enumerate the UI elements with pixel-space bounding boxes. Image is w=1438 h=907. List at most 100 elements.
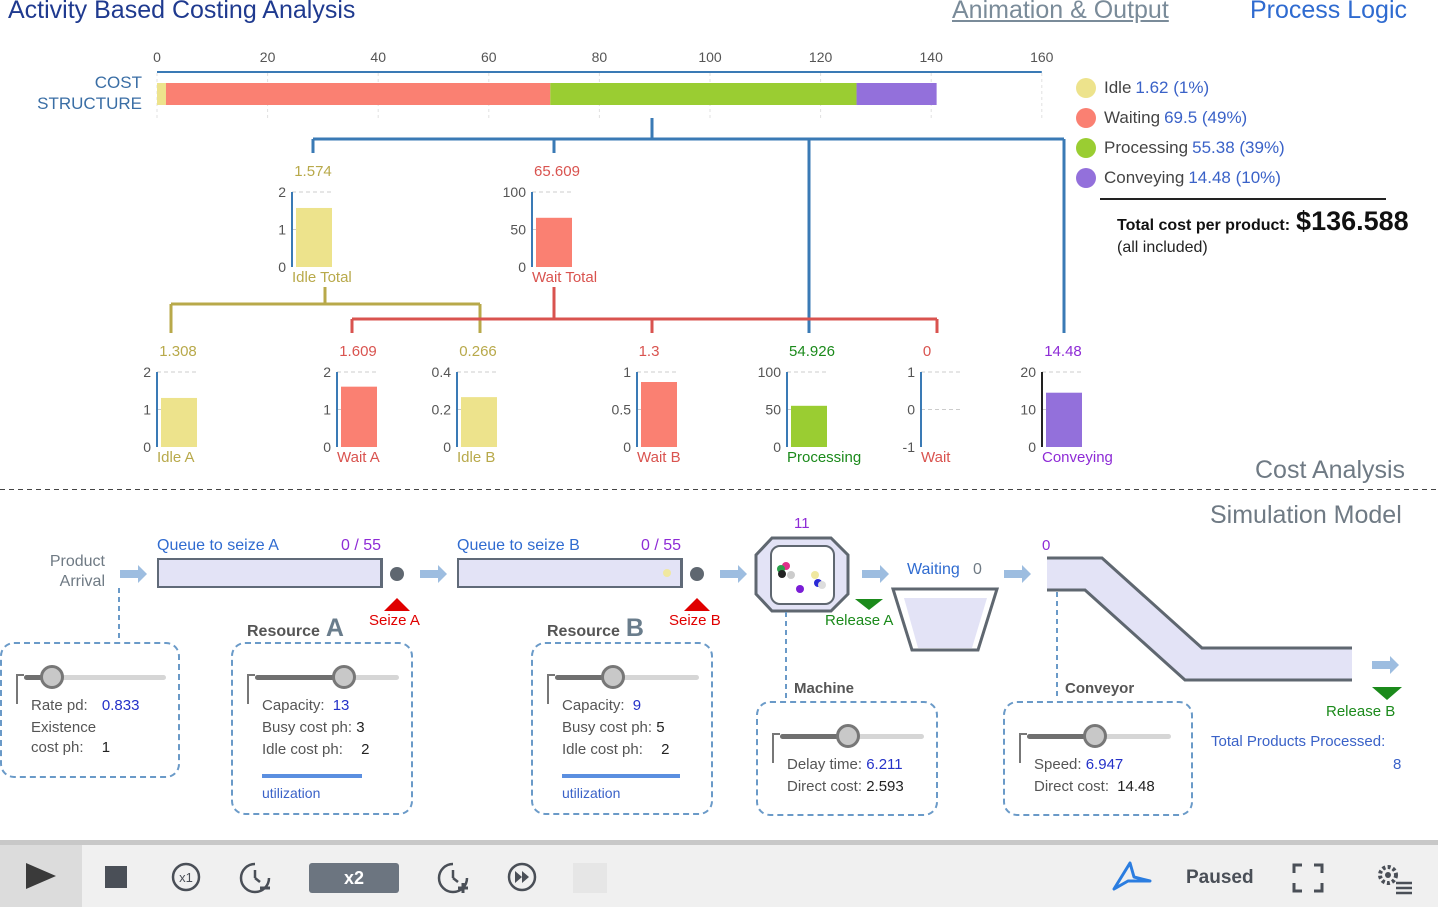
mini-chart-idle-b: 0.4 0.2 0 0.266 Idle B [432, 343, 499, 466]
stop-icon [105, 866, 127, 888]
busy-a-label: Busy cost ph: [262, 719, 353, 736]
chart-tick-label: 1 [278, 222, 286, 238]
resource-a-letter: A [325, 614, 344, 642]
machine-title: Machine [794, 680, 855, 697]
fast-forward-button[interactable] [506, 861, 538, 893]
delay-label: Delay time: [787, 756, 863, 773]
queue-a-exit-dot [390, 567, 404, 581]
stop-button[interactable] [104, 865, 128, 889]
slider-bracket [547, 674, 555, 704]
idle-a-row: Idle cost ph: 2 [262, 741, 369, 758]
utilization-b-bar [562, 774, 680, 778]
chart-value-label: 1.3 [639, 343, 660, 360]
queue-b-label: Queue to seize B [457, 537, 580, 554]
queue-a-count: 0 / 55 [341, 537, 382, 554]
legend-name: Conveying [1104, 168, 1185, 187]
existence-cost-label: cost ph: [31, 739, 84, 756]
total-processed-value: 8 [1393, 756, 1402, 773]
axis-tick-label: 60 [481, 49, 497, 65]
capacity-b-value: 9 [632, 697, 642, 714]
fullscreen-button[interactable] [1292, 863, 1324, 893]
conveyor-direct-value: 14.48 [1117, 778, 1155, 795]
mini-chart-idle-a: 2 1 0 1.308 Idle A [143, 343, 199, 466]
resource-b-panel: Capacity: 9 Busy cost ph: 5 Idle cost ph… [531, 642, 713, 815]
flow-arrow-icon [1004, 565, 1031, 583]
chart-bar [296, 207, 332, 267]
slow-down-icon [239, 862, 271, 894]
total-cost-note: (all included) [1117, 239, 1208, 256]
anylogic-logo[interactable] [1110, 859, 1154, 895]
settings-icon [1378, 865, 1412, 895]
legend-value: 14.48 (10%) [1188, 168, 1281, 187]
conveyor-direct-label: Direct cost: [1034, 778, 1110, 795]
speed-up-button[interactable] [436, 861, 470, 895]
busy-b-value: 5 [656, 719, 665, 736]
speed-value: 6.947 [1085, 756, 1124, 773]
chart-tick-label: 50 [765, 402, 781, 418]
chart-name-label: Wait [921, 449, 951, 466]
realtime-button[interactable]: x1 [170, 861, 202, 893]
settings-button[interactable] [1374, 861, 1414, 895]
busy-b-label: Busy cost ph: [562, 719, 653, 736]
chart-tick-label: 0 [1028, 439, 1036, 455]
delay-value: 6.211 [866, 756, 903, 773]
legend-swatch [1076, 168, 1096, 188]
utilization-a-label: utilization [262, 785, 321, 801]
chart-value-label: 0 [923, 343, 931, 360]
chart-tick-label: 20 [1020, 364, 1036, 380]
chart-tick-label: 2 [278, 184, 286, 200]
resource-a-panel: Capacity: 13 Busy cost ph: 3 Idle cost p… [231, 642, 413, 815]
total-cost-value: $136.588 [1296, 206, 1409, 236]
slider-bracket [247, 674, 255, 704]
play-icon [26, 863, 56, 889]
total-cost: Total cost per product: $136.588 [1117, 206, 1409, 237]
queue-b-exit-dot [690, 567, 704, 581]
utilization-a-bar [262, 774, 362, 778]
idle-b-row: Idle cost ph: 2 [562, 741, 669, 758]
capacity-b-slider-knob[interactable] [600, 665, 625, 689]
machine-direct-row: Direct cost: 2.593 [787, 778, 904, 795]
queue-a-box[interactable] [157, 558, 383, 588]
chart-bar [461, 397, 497, 447]
flow-arrow-icon [1372, 656, 1399, 674]
chart-tick-label: 0 [278, 259, 286, 275]
capacity-b-label: Capacity: [562, 697, 625, 714]
speed-indicator[interactable]: x2 [309, 863, 399, 893]
axis-tick-label: 0 [153, 49, 161, 65]
chart-tick-label: 2 [143, 364, 151, 380]
speed-row: Speed: 6.947 [1034, 756, 1123, 773]
chart-bar [791, 405, 827, 447]
chart-name-label: Wait Total [532, 269, 597, 286]
chart-name-label: Conveying [1042, 449, 1113, 466]
cost-segment-conveying [856, 83, 937, 105]
fullscreen-icon [1292, 863, 1324, 893]
blank-button[interactable] [573, 863, 607, 893]
slow-down-button[interactable] [238, 861, 272, 895]
delay-slider-knob[interactable] [835, 724, 860, 748]
rate-slider-knob[interactable] [40, 665, 65, 689]
flow-arrow-icon [120, 565, 147, 583]
mini-chart-wait-total: 100 50 0 65.609 Wait Total [503, 163, 597, 286]
capacity-b-row: Capacity: 9 [562, 697, 641, 714]
resource-a-title-text: Resource [247, 623, 320, 640]
chart-bar [341, 386, 377, 447]
queue-b-box[interactable] [457, 558, 683, 588]
chart-tick-label: 0 [443, 439, 451, 455]
chart-tick-label: 0.5 [612, 402, 632, 418]
cost-segment-waiting [165, 83, 551, 105]
axis-tick-label: 20 [260, 49, 276, 65]
capacity-a-slider-knob[interactable] [332, 665, 357, 689]
capacity-a-value: 13 [332, 697, 350, 714]
play-button[interactable] [0, 845, 82, 907]
chart-tick-label: 1 [323, 402, 331, 418]
resource-b-title-text: Resource [547, 623, 620, 640]
conveyor-count: 0 [1042, 537, 1051, 554]
chart-tick-label: 50 [510, 222, 526, 238]
axis-tick-label: 160 [1030, 49, 1054, 65]
status-label: Paused [1186, 867, 1254, 888]
machine-count: 11 [794, 515, 810, 532]
chart-name-label: Idle Total [292, 269, 352, 286]
cost-segment-processing [550, 83, 857, 105]
speed-slider-knob[interactable] [1082, 724, 1107, 748]
rate-label: Rate pd: [31, 697, 88, 714]
